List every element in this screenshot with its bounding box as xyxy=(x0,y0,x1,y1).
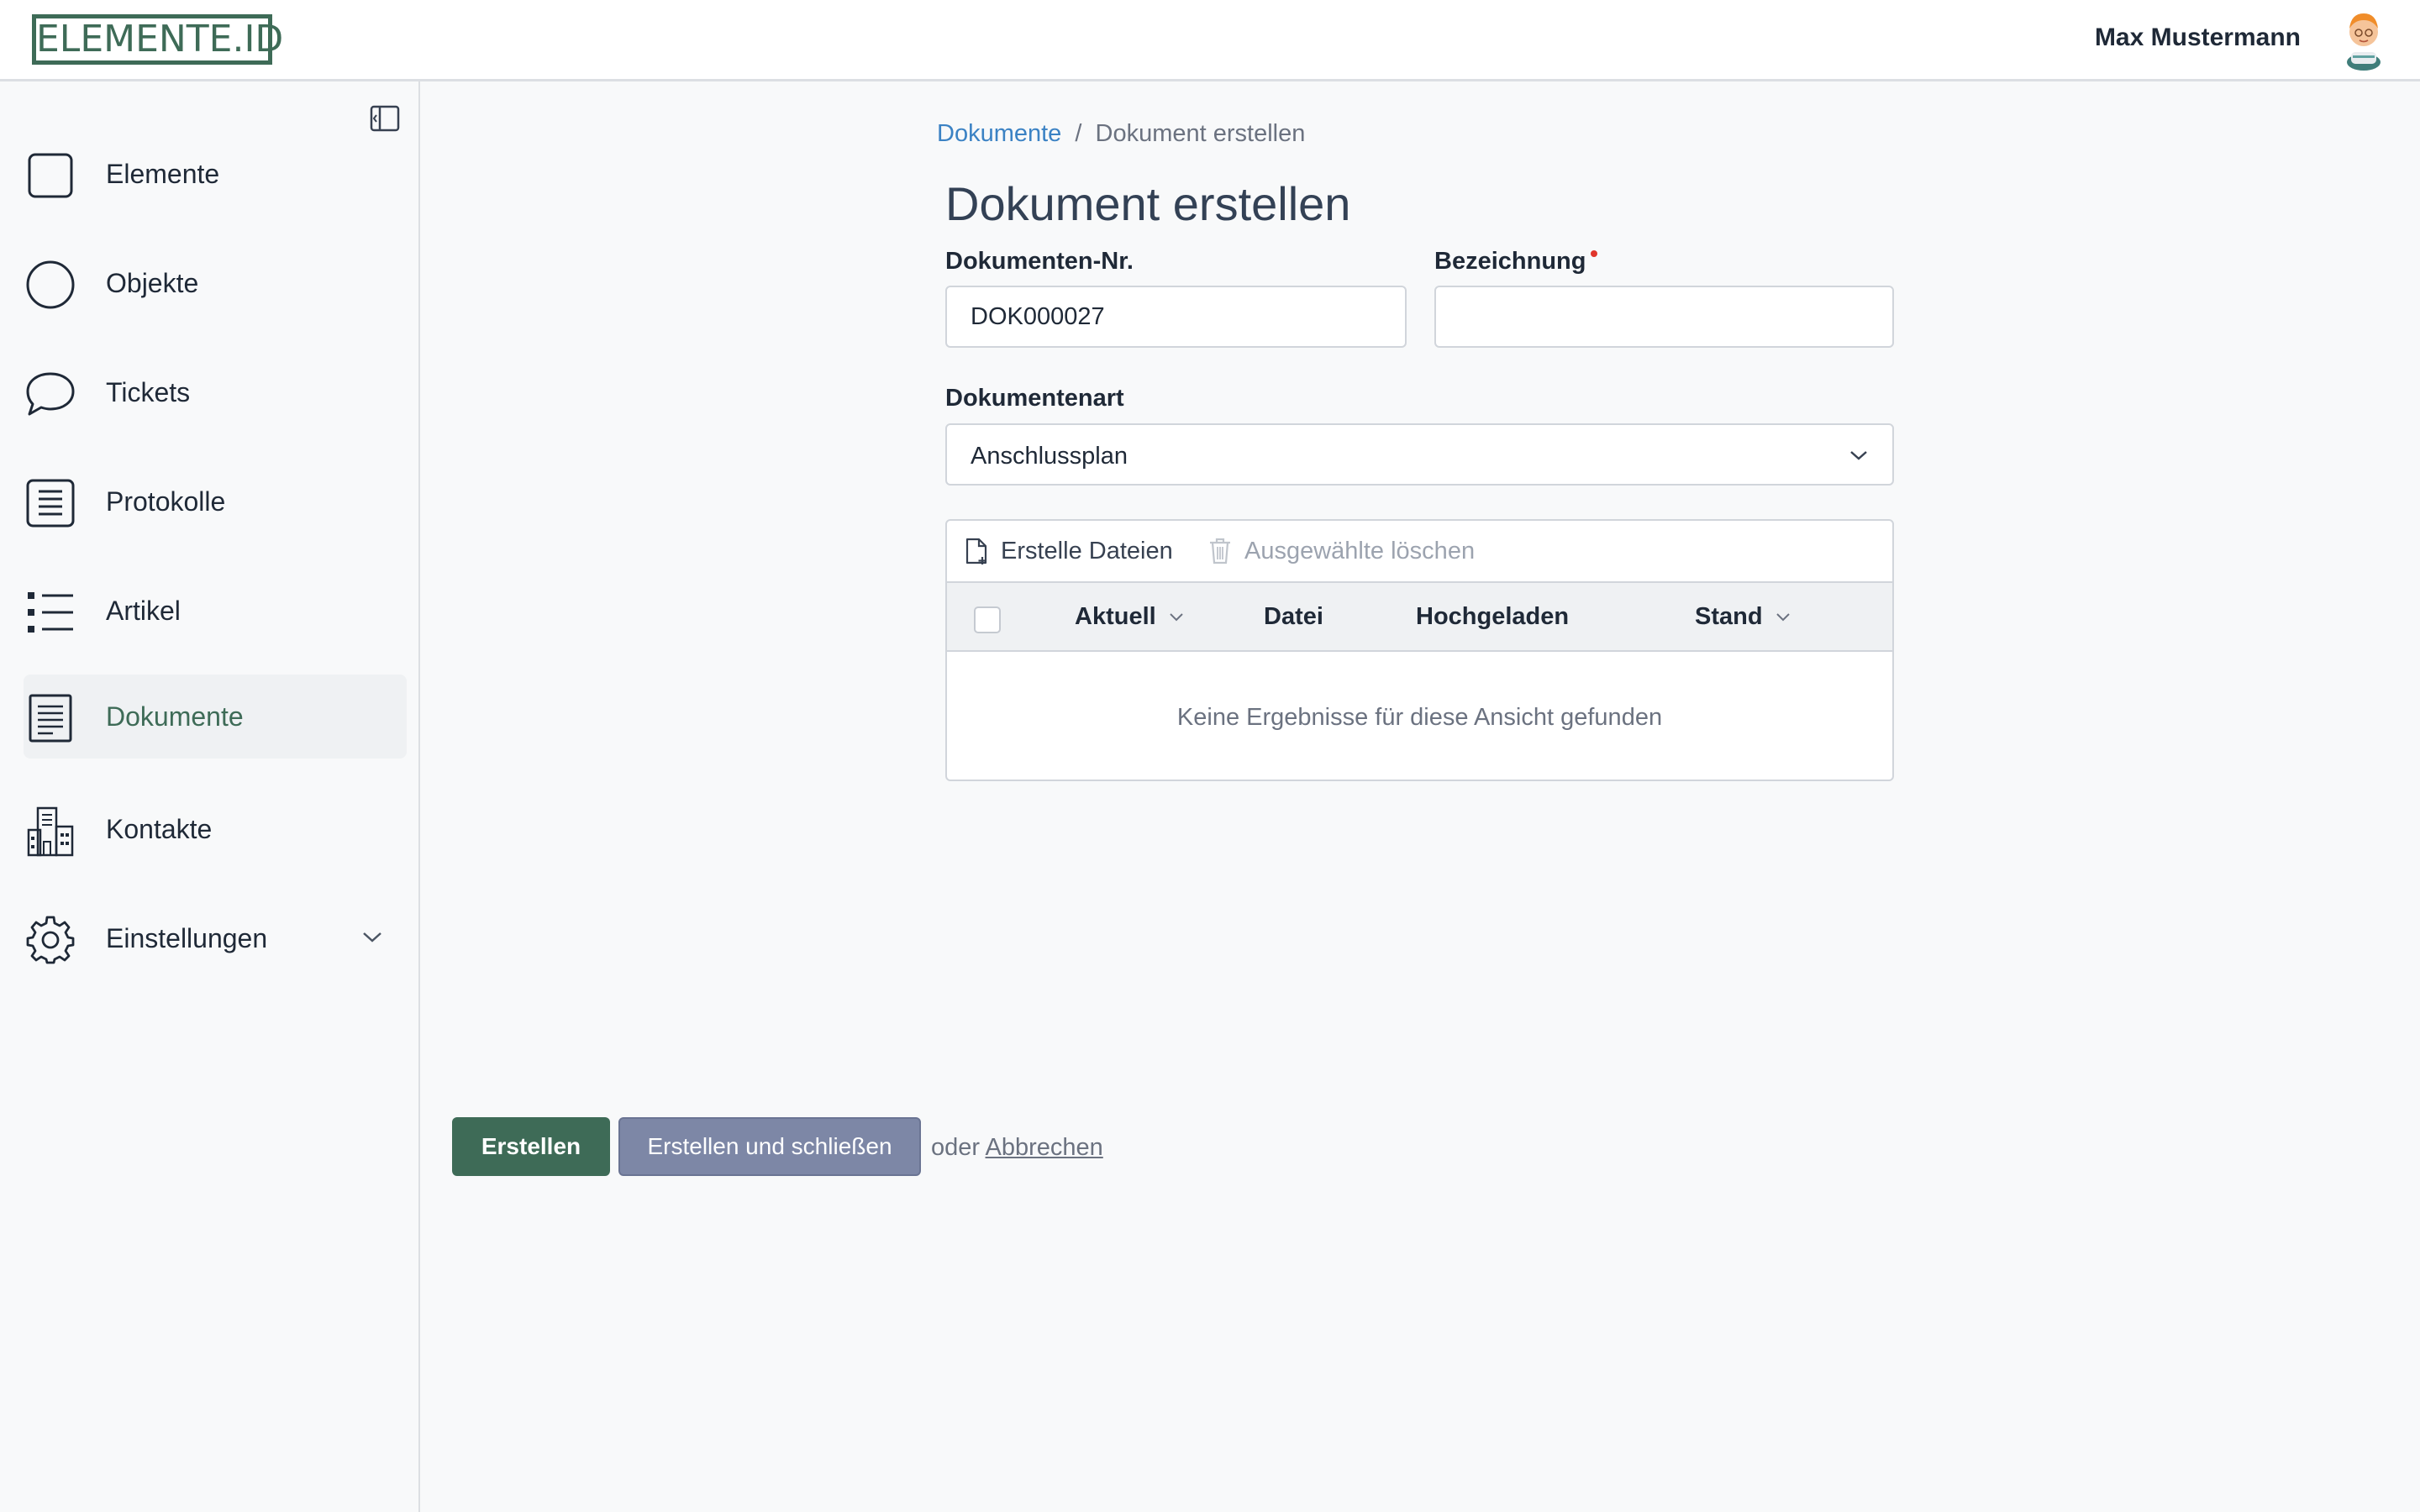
or-text: oder xyxy=(931,1134,981,1161)
doc-type-selected-value: Anschlussplan xyxy=(971,443,1128,470)
create-files-label: Erstelle Dateien xyxy=(1001,537,1173,564)
doc-number-input[interactable] xyxy=(945,286,1407,348)
sidebar-item-label: Tickets xyxy=(106,377,191,407)
sidebar-item-objekte[interactable]: Objekte xyxy=(24,241,407,325)
chevron-down-icon xyxy=(1776,612,1790,621)
sidebar-item-label: Protokolle xyxy=(106,486,226,517)
top-header: ELEMENTE.ID Max Mustermann xyxy=(0,0,2420,81)
create-files-button[interactable]: Erstelle Dateien xyxy=(964,521,1173,581)
document-icon xyxy=(24,693,77,743)
sidebar-item-einstellungen[interactable]: Einstellungen xyxy=(24,896,407,980)
new-file-icon xyxy=(965,538,987,564)
sidebar-item-protokolle[interactable]: Protokolle xyxy=(24,459,407,543)
user-name[interactable]: Max Mustermann xyxy=(2095,24,2301,52)
sidebar-item-kontakte[interactable]: Kontakte xyxy=(24,787,407,871)
select-all-checkbox[interactable] xyxy=(974,606,1001,633)
user-avatar-icon[interactable] xyxy=(2343,8,2385,72)
delete-selected-label: Ausgewählte löschen xyxy=(1244,537,1476,564)
document-lines-icon xyxy=(24,478,77,528)
column-header-hochgeladen[interactable]: Hochgeladen xyxy=(1416,603,1569,631)
delete-selected-button[interactable]: Ausgewählte löschen xyxy=(1207,521,1475,581)
chat-bubble-icon xyxy=(24,369,77,419)
sidebar-item-label: Einstellungen xyxy=(106,923,268,953)
sidebar-item-artikel[interactable]: Artikel xyxy=(24,569,407,653)
cancel-link[interactable]: Abbrechen xyxy=(986,1134,1103,1161)
sidebar-item-label: Artikel xyxy=(106,596,181,626)
doc-type-select[interactable]: Anschlussplan xyxy=(945,423,1894,486)
sidebar-collapse-icon[interactable] xyxy=(370,105,400,132)
sidebar-item-label: Dokumente xyxy=(106,701,244,732)
empty-state-text: Keine Ergebnisse für diese Ansicht gefun… xyxy=(1176,704,1663,731)
list-icon xyxy=(24,587,77,638)
breadcrumb: Dokumente / Dokument erstellen xyxy=(937,120,1305,148)
column-header-label: Datei xyxy=(1264,603,1323,630)
column-header-stand[interactable]: Stand xyxy=(1695,603,1791,631)
doc-number-label: Dokumenten-Nr. xyxy=(945,248,1134,275)
doc-type-label: Dokumentenart xyxy=(945,385,1124,412)
sidebar-item-dokumente[interactable]: Dokumente xyxy=(24,675,407,759)
chevron-down-icon xyxy=(1849,449,1869,462)
files-table-toolbar: Erstelle Dateien Ausgewählte löschen xyxy=(947,521,1892,583)
square-icon xyxy=(24,150,77,201)
sidebar-item-tickets[interactable]: Tickets xyxy=(24,350,407,434)
page-title: Dokument erstellen xyxy=(945,177,1351,230)
sidebar-item-label: Objekte xyxy=(106,268,199,298)
column-header-datei[interactable]: Datei xyxy=(1264,603,1323,631)
name-input[interactable] xyxy=(1434,286,1894,348)
sidebar-item-elemente[interactable]: Elemente xyxy=(24,132,407,216)
breadcrumb-separator: / xyxy=(1075,120,1082,147)
files-table-header: Aktuell Datei Hochgeladen Stand xyxy=(947,583,1892,652)
sidebar-item-label: Elemente xyxy=(106,159,220,189)
buildings-icon xyxy=(24,806,77,857)
column-header-aktuell[interactable]: Aktuell xyxy=(1075,603,1185,631)
breadcrumb-current: Dokument erstellen xyxy=(1095,120,1306,147)
gear-icon xyxy=(24,915,77,965)
app-logo[interactable]: ELEMENTE.ID xyxy=(32,14,283,65)
breadcrumb-link-dokumente[interactable]: Dokumente xyxy=(937,120,1061,147)
create-and-close-button[interactable]: Erstellen und schließen xyxy=(618,1117,921,1176)
files-table: Erstelle Dateien Ausgewählte löschen Akt… xyxy=(945,519,1894,781)
trash-icon xyxy=(1210,538,1230,564)
chevron-down-icon xyxy=(1169,612,1183,621)
column-header-label: Aktuell xyxy=(1075,603,1156,630)
name-label: Bezeichnung xyxy=(1434,248,1598,276)
column-header-label: Stand xyxy=(1695,603,1763,630)
sidebar: Elemente Objekte Tickets Protokolle Arti… xyxy=(0,81,420,1512)
sidebar-item-label: Kontakte xyxy=(106,814,213,844)
cancel-group: oder Abbrechen xyxy=(931,1134,1103,1162)
column-header-label: Hochgeladen xyxy=(1416,603,1570,630)
create-button[interactable]: Erstellen xyxy=(452,1117,610,1176)
required-indicator xyxy=(1591,250,1598,257)
name-label-text: Bezeichnung xyxy=(1434,248,1586,275)
chevron-down-icon[interactable] xyxy=(361,930,383,945)
circle-icon xyxy=(24,260,77,310)
